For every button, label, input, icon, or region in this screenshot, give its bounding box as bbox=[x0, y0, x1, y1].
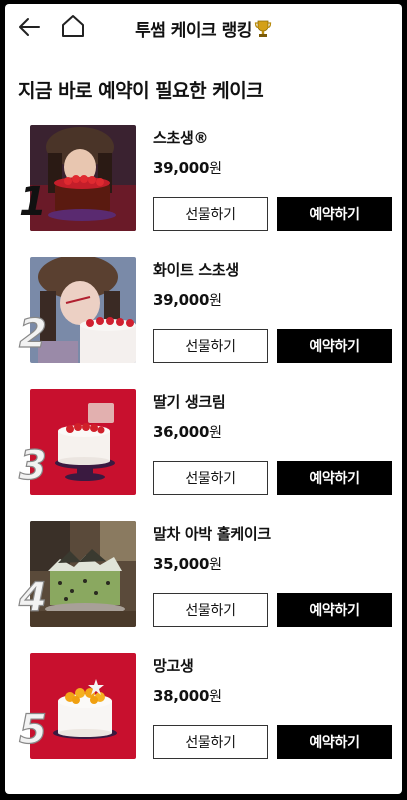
cake-name: 화이트 스초생 bbox=[153, 261, 239, 279]
cake-price: 36,000원 bbox=[153, 422, 222, 442]
price-currency: 원 bbox=[209, 425, 222, 441]
price-value: 35,000 bbox=[153, 555, 210, 573]
gift-button[interactable]: 선물하기 bbox=[153, 593, 268, 627]
ranking-item: 2 화이트 스초생 39,000원 선물하기 예약하기 bbox=[5, 257, 402, 367]
price-currency: 원 bbox=[209, 161, 222, 177]
rank-number: 2 bbox=[18, 310, 47, 357]
trophy-icon bbox=[254, 19, 272, 43]
cake-price: 35,000원 bbox=[153, 554, 222, 574]
reserve-button[interactable]: 예약하기 bbox=[277, 725, 392, 759]
ranking-item: 4 말차 아박 홀케이크 35,000원 선물하기 예약하기 bbox=[5, 521, 402, 631]
price-currency: 원 bbox=[209, 557, 222, 573]
reserve-button[interactable]: 예약하기 bbox=[277, 593, 392, 627]
rank-number: 5 bbox=[18, 706, 47, 753]
price-currency: 원 bbox=[209, 689, 222, 705]
reserve-button[interactable]: 예약하기 bbox=[277, 461, 392, 495]
ranking-item: 5 망고생 38,000원 선물하기 예약하기 bbox=[5, 653, 402, 763]
app-frame: 투썸 케이크 랭킹 지금 바로 예약이 필요한 케이크 1 스초생® 39,00… bbox=[5, 4, 402, 794]
price-currency: 원 bbox=[209, 293, 222, 309]
section-title: 지금 바로 예약이 필요한 케이크 bbox=[18, 80, 264, 102]
cake-price: 39,000원 bbox=[153, 290, 222, 310]
rank-number: 4 bbox=[18, 574, 47, 621]
cake-name: 스초생® bbox=[153, 129, 209, 147]
cake-price: 38,000원 bbox=[153, 686, 222, 706]
gift-button[interactable]: 선물하기 bbox=[153, 197, 268, 231]
price-value: 39,000 bbox=[153, 291, 210, 309]
reserve-button[interactable]: 예약하기 bbox=[277, 197, 392, 231]
page-title: 투썸 케이크 랭킹 bbox=[5, 16, 402, 43]
rank-number: 3 bbox=[18, 442, 47, 489]
gift-button[interactable]: 선물하기 bbox=[153, 725, 268, 759]
cake-price: 39,000원 bbox=[153, 158, 222, 178]
rank-number: 1 bbox=[19, 179, 47, 225]
page-title-text: 투썸 케이크 랭킹 bbox=[135, 21, 252, 41]
header: 투썸 케이크 랭킹 bbox=[5, 4, 402, 50]
gift-button[interactable]: 선물하기 bbox=[153, 329, 268, 363]
price-value: 36,000 bbox=[153, 423, 210, 441]
ranking-item: 1 스초생® 39,000원 선물하기 예약하기 bbox=[5, 125, 402, 235]
ranking-item: 3 딸기 생크림 36,000원 선물하기 예약하기 bbox=[5, 389, 402, 499]
price-value: 39,000 bbox=[153, 159, 210, 177]
reserve-button[interactable]: 예약하기 bbox=[277, 329, 392, 363]
price-value: 38,000 bbox=[153, 687, 210, 705]
cake-name: 망고생 bbox=[153, 657, 194, 675]
cake-name: 말차 아박 홀케이크 bbox=[153, 525, 271, 543]
gift-button[interactable]: 선물하기 bbox=[153, 461, 268, 495]
cake-name: 딸기 생크림 bbox=[153, 393, 226, 411]
